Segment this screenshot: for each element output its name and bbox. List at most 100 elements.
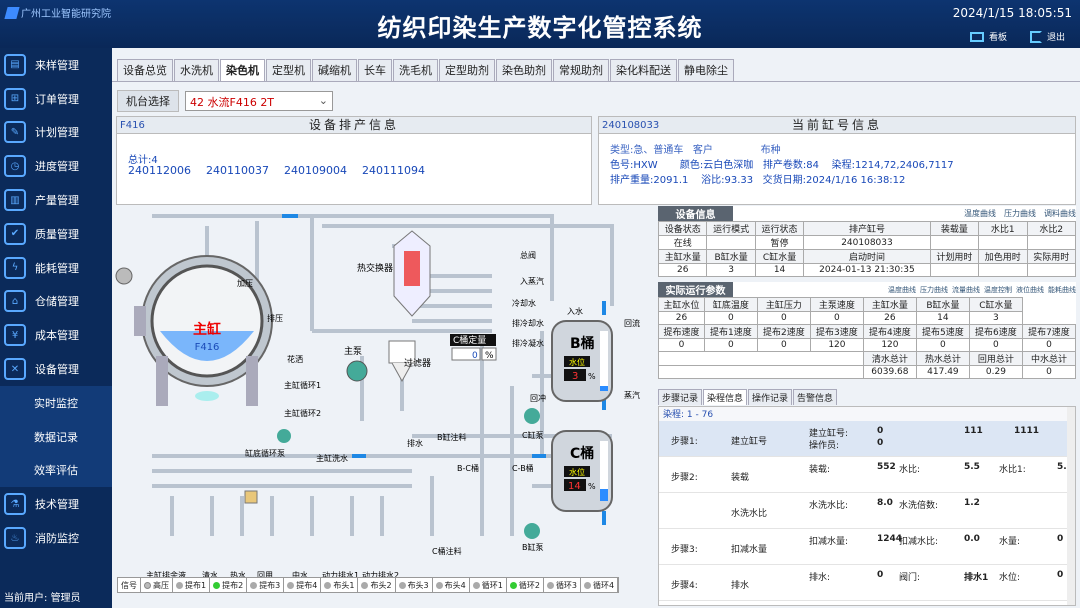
user-name: 管理员 xyxy=(50,593,81,604)
schedule-item[interactable]: 240109004 xyxy=(284,164,347,177)
chart-link[interactable]: 温度控制 xyxy=(984,285,1012,295)
tab-machine-type[interactable]: 碱缩机 xyxy=(312,59,357,81)
sidebar-item-output[interactable]: ▥ 产量管理 xyxy=(0,183,112,217)
table-cell: 主缸水量 xyxy=(657,249,708,264)
heat-exchanger[interactable] xyxy=(393,230,431,317)
status-bar: 信号 高压 提布1 提布2 提布3 提布4 布头1 布头2 布头3 布头4 循环1 循环2 循环3 循环4 xyxy=(117,577,620,593)
tab-detail[interactable]: 染程信息 xyxy=(703,389,748,405)
bottom-circ-pump[interactable] xyxy=(277,429,291,443)
sidebar-subitem[interactable]: 实时监控 xyxy=(0,385,112,420)
chart-link[interactable]: 调料曲线 xyxy=(1044,208,1076,219)
tab-detail[interactable]: 步骤记录 xyxy=(658,389,703,405)
diagram-label: B缸泵 xyxy=(522,542,544,552)
sidebar-item-sample[interactable]: ▤ 来样管理 xyxy=(0,48,112,82)
chart-link[interactable]: 压力曲线 xyxy=(920,285,948,295)
chart-link[interactable]: 压力曲线 xyxy=(1004,208,1036,219)
tab-detail[interactable]: 告警信息 xyxy=(793,389,838,405)
status-indicator: 布头3 xyxy=(396,578,433,592)
machine-select[interactable]: 42 水流F416 2T ⌄ xyxy=(185,91,333,111)
plan-icon: ✎ xyxy=(4,121,26,144)
sidebar-item-label: 能耗管理 xyxy=(35,261,79,275)
step-row[interactable]: 步骤2: 装载 装载: 552 水比: 5.5 水比1: 5.5 xyxy=(659,457,1075,493)
main-pump[interactable] xyxy=(346,360,368,382)
schedule-item[interactable]: 240112006 xyxy=(128,164,191,177)
chart-link[interactable]: 液位曲线 xyxy=(1016,285,1044,295)
tab-machine-type[interactable]: 水洗机 xyxy=(174,59,219,81)
sidebar-item-label: 来样管理 xyxy=(35,58,79,72)
screen-button[interactable]: 看板 xyxy=(970,30,1007,43)
table-cell xyxy=(1026,263,1076,277)
steps-scrollbar[interactable] xyxy=(1067,407,1075,605)
chart-link[interactable]: 能耗曲线 xyxy=(1048,285,1076,295)
tab-machine-type[interactable]: 染色助剂 xyxy=(496,59,552,81)
sidebar-item-fire[interactable]: ♨ 消防监控 xyxy=(0,521,112,555)
tab-detail[interactable]: 操作记录 xyxy=(748,389,793,405)
table-cell: 实际用时 xyxy=(1026,249,1076,264)
diagram-label: B-C桶 xyxy=(457,463,479,473)
step-field-value: 5.5 xyxy=(964,462,980,472)
top-bar: 广州工业智能研究院 纺织印染生产数字化管控系统 2024/1/15 18:05:… xyxy=(0,0,1080,48)
schedule-item[interactable]: 240110037 xyxy=(206,164,269,177)
b-level-label: 水位 xyxy=(569,357,585,367)
sidebar-item-tech[interactable]: ⚗ 技术管理 xyxy=(0,487,112,521)
diagram-label: C缸泵 xyxy=(522,430,544,440)
table-row: 6039.68 417.49 0.29 0 xyxy=(658,365,1077,379)
machine-select-row: 机台选择 42 水流F416 2T ⌄ xyxy=(117,90,333,112)
table-cell: 0 xyxy=(1021,365,1077,379)
c-pump[interactable] xyxy=(524,408,540,424)
count-label: 排产卷数: xyxy=(762,160,807,171)
main-valve[interactable] xyxy=(244,490,258,504)
step-row[interactable]: 步骤1: 建立缸号 建立缸号: 0 操作员: 0 111 1111 xyxy=(659,421,1075,457)
schedule-item[interactable]: 240111094 xyxy=(362,164,425,177)
color-label: 色号: xyxy=(610,160,634,171)
table-cell xyxy=(978,263,1028,277)
sidebar-item-warehouse[interactable]: ⌂ 仓储管理 xyxy=(0,285,112,319)
chart-link[interactable]: 温度曲线 xyxy=(964,208,996,219)
ratio-value: 93.33 xyxy=(724,175,754,186)
step-action: 水洗水比 xyxy=(731,509,768,519)
exit-button[interactable]: 退出 xyxy=(1030,30,1065,43)
tab-machine-type[interactable]: 长车 xyxy=(358,59,392,81)
tab-machine-type[interactable]: 定型助剂 xyxy=(439,59,495,81)
status-label: 提布1 xyxy=(185,580,207,590)
tab-machine-type[interactable]: 染化料配送 xyxy=(610,59,677,81)
status-indicator: 循环3 xyxy=(544,578,582,592)
sidebar-item-order[interactable]: ⊞ 订单管理 xyxy=(0,82,112,116)
sidebar-item-label: 仓储管理 xyxy=(35,295,79,309)
tab-machine-type[interactable]: 常规助剂 xyxy=(553,59,609,81)
tab-machine-type[interactable]: 洗毛机 xyxy=(393,59,438,81)
table-cell: 暂停 xyxy=(754,235,805,250)
sidebar-subitem[interactable]: 效率评估 xyxy=(0,453,112,488)
sidebar-item-device[interactable]: ✕ 设备管理 xyxy=(0,352,112,386)
tab-machine-type[interactable]: 定型机 xyxy=(266,59,311,81)
sidebar-item-label: 消防监控 xyxy=(35,532,79,546)
table-cell: 提布6速度 xyxy=(968,324,1023,339)
count-value: 84 xyxy=(806,160,819,171)
step-row[interactable]: 步骤4: 排水 排水: 0 阀门: 排水1 水位: 0 xyxy=(659,565,1075,601)
b-pump[interactable] xyxy=(524,523,540,539)
sidebar-subitem[interactable]: 数据记录 xyxy=(0,419,112,454)
table-row: 0 0 0 120 120 0 0 0 xyxy=(658,338,1077,352)
diagram-label: 缸底循环泵 xyxy=(245,448,285,458)
step-row[interactable]: 步骤3: 扣减水量 扣减水量: 1244 扣减水比: 0.0 水量: 0 xyxy=(659,529,1075,565)
step-field-label: 装载: xyxy=(809,465,831,475)
tab-machine-type[interactable]: 染色机 xyxy=(220,59,265,81)
step-row[interactable]: 水洗水比 水洗水比: 8.0 水洗倍数: 1.2 xyxy=(659,493,1075,529)
sidebar-item-progress[interactable]: ◷ 进度管理 xyxy=(0,149,112,183)
sidebar-item-energy[interactable]: ϟ 能耗管理 xyxy=(0,251,112,285)
chart-link[interactable]: 流量曲线 xyxy=(952,285,980,295)
step-name: 步骤1: xyxy=(671,437,698,447)
table-cell: 0 xyxy=(756,311,811,325)
table-cell: 0 xyxy=(703,311,758,325)
tab-machine-type[interactable]: 设备总览 xyxy=(117,59,173,81)
chart-link[interactable]: 温度曲线 xyxy=(888,285,916,295)
status-label: 布头4 xyxy=(444,580,466,590)
status-indicator: 循环4 xyxy=(581,578,619,592)
sidebar-item-plan[interactable]: ✎ 计划管理 xyxy=(0,116,112,150)
ratio-label: 浴比: xyxy=(701,175,725,186)
user-label: 当前用户: xyxy=(4,593,48,604)
tab-machine-type[interactable]: 静电除尘 xyxy=(678,59,734,81)
sidebar-item-quality[interactable]: ✔ 质量管理 xyxy=(0,217,112,251)
sidebar-item-cost[interactable]: ¥ 成本管理 xyxy=(0,318,112,352)
status-label: 布头3 xyxy=(407,580,429,590)
